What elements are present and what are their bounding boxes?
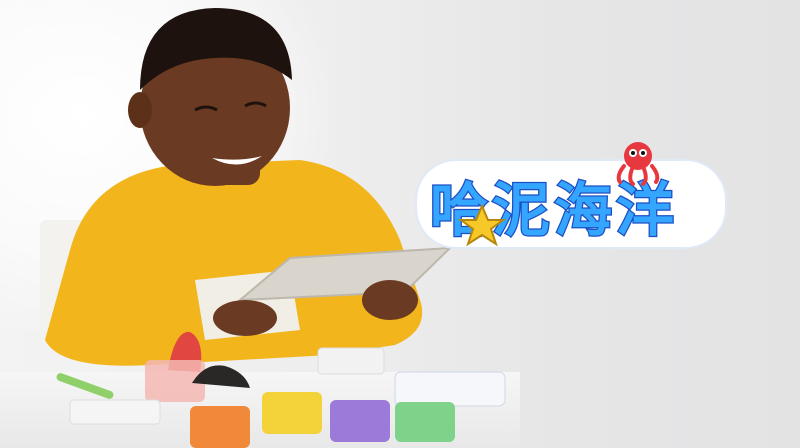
- tray-left: [69, 399, 161, 425]
- boy-ear: [128, 92, 152, 128]
- yellow-clay-tub: [262, 392, 322, 434]
- brand-logo: 哈泥海洋 哈泥海洋: [415, 142, 727, 249]
- photo-scene: 哈泥海洋 哈泥海洋: [0, 0, 800, 448]
- green-clay-tub: [395, 402, 455, 442]
- clear-tub: [317, 347, 385, 375]
- mold-tray: [394, 371, 506, 407]
- boy-hand-left: [213, 300, 277, 336]
- orange-clay-tub: [190, 406, 250, 448]
- boy-hand-right: [362, 280, 418, 320]
- green-tool: [56, 373, 114, 399]
- purple-clay-tub: [330, 400, 390, 442]
- logo-text: 哈泥海洋: [430, 176, 678, 244]
